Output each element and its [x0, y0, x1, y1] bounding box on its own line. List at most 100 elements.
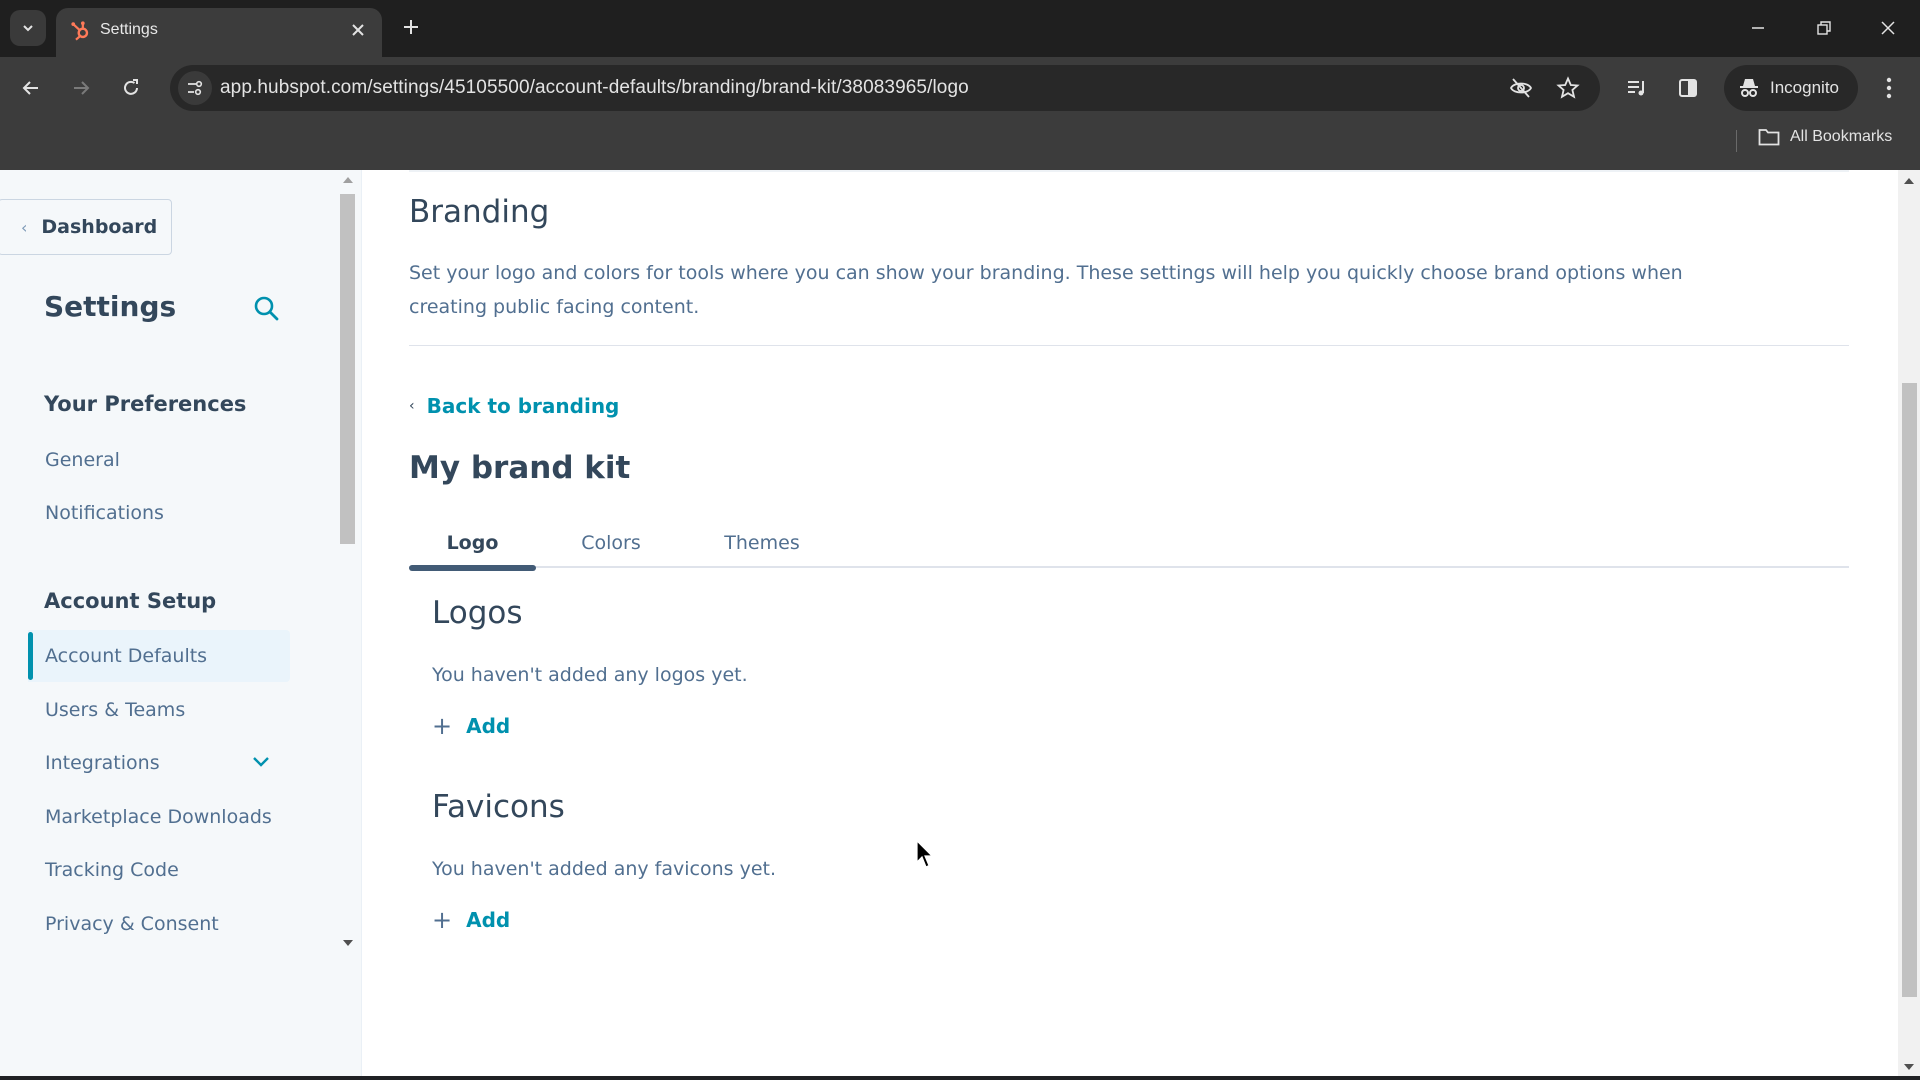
- chevron-left-icon: ‹: [21, 217, 28, 237]
- add-favicon-button[interactable]: + Add: [432, 906, 510, 934]
- sidebar-item-privacy-consent[interactable]: Privacy & Consent: [28, 898, 290, 950]
- more-vertical-icon: [1886, 77, 1892, 99]
- favicons-empty-text: You haven't added any favicons yet.: [432, 858, 777, 880]
- sidebar-scrollbar-thumb[interactable]: [340, 194, 355, 544]
- brand-kit-title: My brand kit: [409, 450, 631, 486]
- search-settings-button[interactable]: [250, 292, 282, 324]
- address-bar[interactable]: app.hubspot.com/settings/45105500/accoun…: [170, 65, 1600, 111]
- dashboard-label: Dashboard: [41, 216, 158, 238]
- hubspot-sprocket-icon: [71, 21, 89, 41]
- tab-search-button[interactable]: [10, 10, 46, 46]
- sidebar-item-marketplace-downloads[interactable]: Marketplace Downloads: [28, 791, 290, 843]
- plus-icon: +: [432, 906, 453, 934]
- scroll-up-arrow-icon[interactable]: [343, 177, 353, 183]
- sidebar-item-label: Account Defaults: [45, 645, 208, 667]
- forward-button[interactable]: [62, 69, 100, 107]
- bookmarks-separator: [1736, 130, 1737, 152]
- brand-kit-tabs: Logo Colors Themes: [409, 520, 1849, 571]
- site-info-icon[interactable]: [178, 71, 212, 105]
- all-bookmarks-label: All Bookmarks: [1790, 128, 1893, 145]
- new-tab-button[interactable]: [396, 12, 426, 42]
- all-bookmarks-button[interactable]: All Bookmarks: [1758, 128, 1892, 146]
- sidebar-item-label: Marketplace Downloads: [45, 806, 272, 828]
- arrow-left-icon: [22, 81, 38, 95]
- sidebar-item-users-teams[interactable]: Users & Teams: [28, 684, 290, 736]
- minimize-icon: [1752, 27, 1764, 29]
- back-to-branding-link[interactable]: ‹ Back to branding: [409, 394, 619, 418]
- bookmark-star-icon[interactable]: [1555, 75, 1581, 101]
- sidebar-heading-your-preferences: Your Preferences: [44, 392, 247, 416]
- folder-icon: [1758, 129, 1780, 146]
- sidebar-item-account-defaults[interactable]: Account Defaults: [28, 630, 290, 682]
- back-link-label: Back to branding: [426, 394, 620, 418]
- incognito-icon: [1740, 79, 1758, 97]
- add-favicon-label: Add: [466, 908, 511, 932]
- add-logo-label: Add: [466, 714, 511, 738]
- tab-themes[interactable]: Themes: [686, 520, 838, 566]
- section-divider: [409, 345, 1849, 346]
- tab-colors[interactable]: Colors: [536, 520, 686, 566]
- chevron-left-icon: ‹: [409, 398, 415, 414]
- sidebar-item-notifications[interactable]: Notifications: [28, 487, 290, 539]
- url-text[interactable]: app.hubspot.com/settings/45105500/accoun…: [220, 77, 969, 99]
- close-icon: [1881, 21, 1895, 35]
- sidebar-scrollbar[interactable]: [338, 170, 358, 950]
- scroll-down-arrow-icon[interactable]: [1904, 1064, 1914, 1070]
- arrow-right-icon: [74, 81, 90, 95]
- browser-toolbar: app.hubspot.com/settings/45105500/accoun…: [0, 57, 1920, 120]
- scroll-up-arrow-icon[interactable]: [1904, 178, 1914, 184]
- page-scrollbar[interactable]: [1898, 170, 1920, 1080]
- minimize-button[interactable]: [1738, 10, 1778, 46]
- scroll-down-arrow-icon[interactable]: [343, 940, 353, 946]
- sidebar-item-label: Tracking Code: [45, 859, 179, 881]
- browser-tab-settings[interactable]: Settings: [56, 8, 382, 57]
- sidebar-item-label: Notifications: [45, 502, 164, 524]
- chevron-down-icon: [23, 25, 33, 32]
- plus-icon: +: [432, 712, 453, 740]
- close-window-button[interactable]: [1868, 10, 1908, 46]
- back-button[interactable]: [12, 69, 50, 107]
- sidebar-item-label: Integrations: [45, 752, 160, 774]
- page-scrollbar-thumb[interactable]: [1902, 383, 1917, 997]
- bookmarks-bar: All Bookmarks: [0, 120, 1920, 170]
- chevron-down-icon[interactable]: [250, 751, 272, 773]
- tab-label: Colors: [581, 532, 641, 554]
- tab-logo[interactable]: Logo: [409, 520, 536, 571]
- reload-button[interactable]: [112, 69, 150, 107]
- add-logo-button[interactable]: + Add: [432, 712, 510, 740]
- settings-sidebar: ‹ Dashboard Settings Your Preferences Ge…: [0, 170, 362, 1080]
- restore-button[interactable]: [1804, 10, 1844, 46]
- restore-icon: [1817, 21, 1831, 35]
- page-title: Branding: [409, 194, 550, 230]
- tab-title: Settings: [100, 21, 158, 38]
- browser-tab-bar: Settings: [0, 0, 1920, 57]
- sidebar-item-general[interactable]: General: [28, 434, 290, 486]
- mouse-cursor-icon: [916, 840, 934, 868]
- incognito-indicator[interactable]: Incognito: [1724, 65, 1858, 111]
- window-bottom-edge: [0, 1076, 1920, 1080]
- sidebar-item-label: General: [45, 449, 120, 471]
- sidebar-heading-account-setup: Account Setup: [44, 589, 217, 613]
- sidebar-item-label: Users & Teams: [45, 699, 186, 721]
- incognito-label: Incognito: [1770, 78, 1839, 97]
- eye-off-icon[interactable]: [1508, 75, 1534, 101]
- logos-section-title: Logos: [432, 595, 523, 631]
- top-divider: [409, 170, 1849, 172]
- tab-label: Themes: [724, 532, 800, 554]
- search-icon: [254, 296, 279, 321]
- favicons-section-title: Favicons: [432, 789, 565, 825]
- browser-menu-button[interactable]: [1870, 69, 1908, 107]
- logos-empty-text: You haven't added any logos yet.: [432, 664, 748, 686]
- close-tab-icon[interactable]: [346, 18, 370, 42]
- side-panel-icon[interactable]: [1669, 69, 1707, 107]
- tab-label: Logo: [446, 532, 499, 554]
- sidebar-item-label: Privacy & Consent: [45, 913, 219, 935]
- sidebar-item-tracking-code[interactable]: Tracking Code: [28, 844, 290, 896]
- hubspot-settings-page: ‹ Dashboard Settings Your Preferences Ge…: [0, 170, 1920, 1080]
- media-controls-icon[interactable]: [1618, 69, 1656, 107]
- sidebar-item-integrations[interactable]: Integrations: [28, 737, 290, 789]
- back-to-dashboard-button[interactable]: ‹ Dashboard: [0, 199, 172, 255]
- main-content: Branding Set your logo and colors for to…: [362, 170, 1898, 1080]
- plus-icon: [404, 20, 418, 34]
- page-description: Set your logo and colors for tools where…: [409, 262, 1683, 318]
